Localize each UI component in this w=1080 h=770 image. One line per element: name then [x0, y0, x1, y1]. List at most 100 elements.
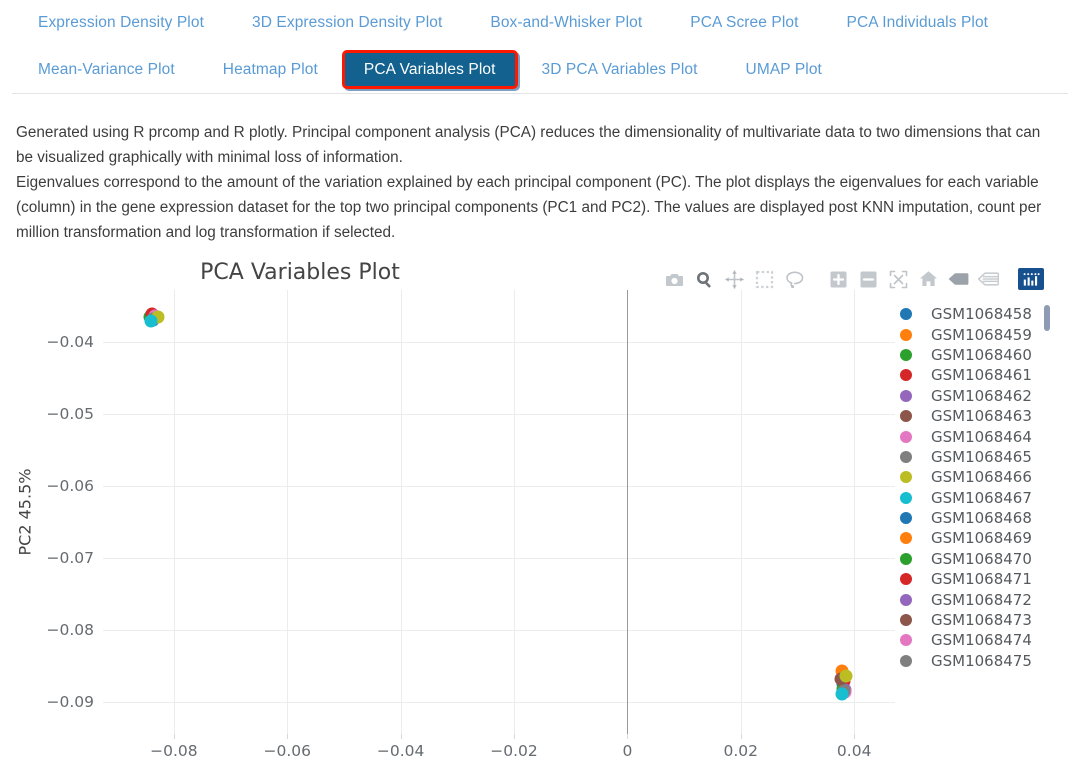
legend-scrollbar[interactable]: [1044, 305, 1050, 331]
legend-item[interactable]: GSM1068461: [900, 365, 1068, 385]
tab-mean-variance-plot[interactable]: Mean-Variance Plot: [14, 50, 199, 90]
scatter-point[interactable]: [835, 687, 849, 701]
legend-item[interactable]: GSM1068462: [900, 386, 1068, 406]
legend-item-label: GSM1068474: [931, 631, 1032, 650]
tab-box-and-whisker-plot[interactable]: Box-and-Whisker Plot: [466, 3, 666, 43]
legend-item[interactable]: GSM1068472: [900, 589, 1068, 609]
legend-marker-icon: [900, 410, 912, 423]
legend-item-label: GSM1068466: [931, 468, 1032, 487]
legend-item[interactable]: GSM1068473: [900, 610, 1068, 630]
y-axis-title: PC2 45.5%: [15, 468, 35, 556]
legend-item-label: GSM1068467: [931, 488, 1032, 507]
page-root: Expression Density Plot 3D Expression Den…: [0, 0, 1080, 770]
legend-item[interactable]: GSM1068475: [900, 651, 1068, 671]
legend-item-label: GSM1068459: [931, 325, 1032, 344]
x-gridline: [287, 290, 289, 734]
pca-variables-plot: PCA Variables Plot PC2 45.5% PC1 51.8% −…: [0, 252, 1080, 770]
plot-tab-navigation: Expression Density Plot 3D Expression Den…: [0, 0, 1080, 93]
lasso-select-icon[interactable]: [780, 266, 808, 292]
legend-item[interactable]: GSM1068474: [900, 630, 1068, 650]
legend-item-label: GSM1068471: [931, 570, 1032, 589]
legend-item[interactable]: GSM1068471: [900, 569, 1068, 589]
legend-item[interactable]: GSM1068459: [900, 324, 1068, 344]
x-axis-tick-mark: [173, 734, 175, 739]
legend-item-label: GSM1068475: [931, 651, 1032, 670]
x-axis-tick-label: 0.04: [836, 742, 872, 760]
legend-marker-icon: [900, 450, 912, 463]
x-axis-tick-mark: [627, 734, 629, 739]
x-gridline: [514, 290, 516, 734]
x-axis-tick-label: −0.06: [263, 742, 312, 760]
y-axis-tick-label: −0.08: [46, 620, 95, 639]
x-axis-tick-mark: [854, 734, 856, 739]
header-divider: [12, 93, 1068, 94]
legend-marker-icon: [900, 512, 912, 525]
pan-icon[interactable]: [720, 266, 748, 292]
y-gridline: [103, 557, 895, 559]
tab-umap-plot[interactable]: UMAP Plot: [722, 50, 846, 90]
x-gridline: [740, 290, 742, 734]
hover-compare-icon[interactable]: [974, 266, 1002, 292]
legend-item[interactable]: GSM1068469: [900, 528, 1068, 548]
scatter-point[interactable]: [144, 314, 158, 328]
description-paragraph-2: Eigenvalues correspond to the amount of …: [16, 174, 1042, 241]
zoom-icon[interactable]: [690, 266, 718, 292]
x-axis-tick-label: −0.02: [490, 742, 538, 760]
plotly-logo-icon[interactable]: [1018, 268, 1044, 290]
x-axis-tick-label: 0.02: [723, 742, 759, 760]
legend-item-label: GSM1068465: [931, 447, 1032, 466]
legend-item-label: GSM1068470: [931, 549, 1032, 568]
legend-item[interactable]: GSM1068458: [900, 304, 1068, 324]
download-plot-as-png-icon[interactable]: [660, 266, 688, 292]
legend-item[interactable]: GSM1068464: [900, 426, 1068, 446]
legend-marker-icon: [900, 593, 912, 606]
legend-item-label: GSM1068464: [931, 427, 1032, 446]
legend-item[interactable]: GSM1068466: [900, 467, 1068, 487]
box-select-icon[interactable]: [750, 266, 778, 292]
zoom-in-icon[interactable]: [824, 266, 852, 292]
tab-pca-individuals-plot[interactable]: PCA Individuals Plot: [823, 3, 1013, 43]
y-gridline: [103, 701, 895, 703]
legend-marker-icon: [900, 308, 912, 321]
legend-item[interactable]: GSM1068460: [900, 345, 1068, 365]
y-gridline: [103, 413, 895, 415]
tab-3d-expression-density-plot[interactable]: 3D Expression Density Plot: [228, 3, 466, 43]
legend-item[interactable]: GSM1068468: [900, 508, 1068, 528]
x-axis-tick-label: 0: [622, 742, 633, 760]
plot-description: Generated using R prcomp and R plotly. P…: [16, 120, 1060, 245]
tab-expression-density-plot[interactable]: Expression Density Plot: [14, 3, 228, 43]
x-axis-tick-mark: [740, 734, 742, 739]
x-axis-tick-label: −0.08: [150, 742, 198, 760]
legend-item[interactable]: GSM1068463: [900, 406, 1068, 426]
reset-axes-icon[interactable]: [914, 266, 942, 292]
x-axis-tick-mark: [287, 734, 289, 739]
legend-item-label: GSM1068458: [931, 305, 1032, 324]
legend-marker-icon: [900, 552, 912, 565]
plot-canvas[interactable]: PC2 45.5% PC1 51.8% −0.04−0.05−0.06−0.07…: [16, 290, 895, 770]
legend-item[interactable]: GSM1068465: [900, 447, 1068, 467]
autoscale-icon[interactable]: [884, 266, 912, 292]
y-gridline: [103, 341, 895, 343]
x-axis-tick-mark: [514, 734, 516, 739]
y-axis-tick-label: −0.06: [46, 476, 95, 495]
description-paragraph-1: Generated using R prcomp and R plotly. P…: [16, 124, 1041, 166]
tab-pca-scree-plot[interactable]: PCA Scree Plot: [666, 3, 822, 43]
x-axis-tick-mark: [400, 734, 402, 739]
legend-marker-icon: [900, 389, 912, 402]
legend-item[interactable]: GSM1068467: [900, 488, 1068, 508]
toggle-spike-lines-icon[interactable]: [944, 266, 972, 292]
tab-3d-pca-variables-plot[interactable]: 3D PCA Variables Plot: [518, 50, 722, 90]
scatter-point[interactable]: [839, 669, 853, 683]
zoom-out-icon[interactable]: [854, 266, 882, 292]
legend-marker-icon: [900, 654, 912, 667]
legend-item[interactable]: GSM1068470: [900, 549, 1068, 569]
tab-heatmap-plot[interactable]: Heatmap Plot: [199, 50, 342, 90]
tab-pca-variables-plot[interactable]: PCA Variables Plot: [341, 49, 518, 90]
y-axis-tick-label: −0.05: [46, 404, 95, 423]
legend-marker-icon: [900, 532, 912, 545]
x-gridline: [854, 290, 856, 734]
legend-marker-icon: [900, 471, 912, 484]
plot-legend[interactable]: GSM1068458 GSM1068459 GSM1068460 GSM1068461…: [900, 304, 1068, 716]
plotly-modebar[interactable]: [660, 266, 1044, 292]
legend-marker-icon: [900, 634, 912, 647]
